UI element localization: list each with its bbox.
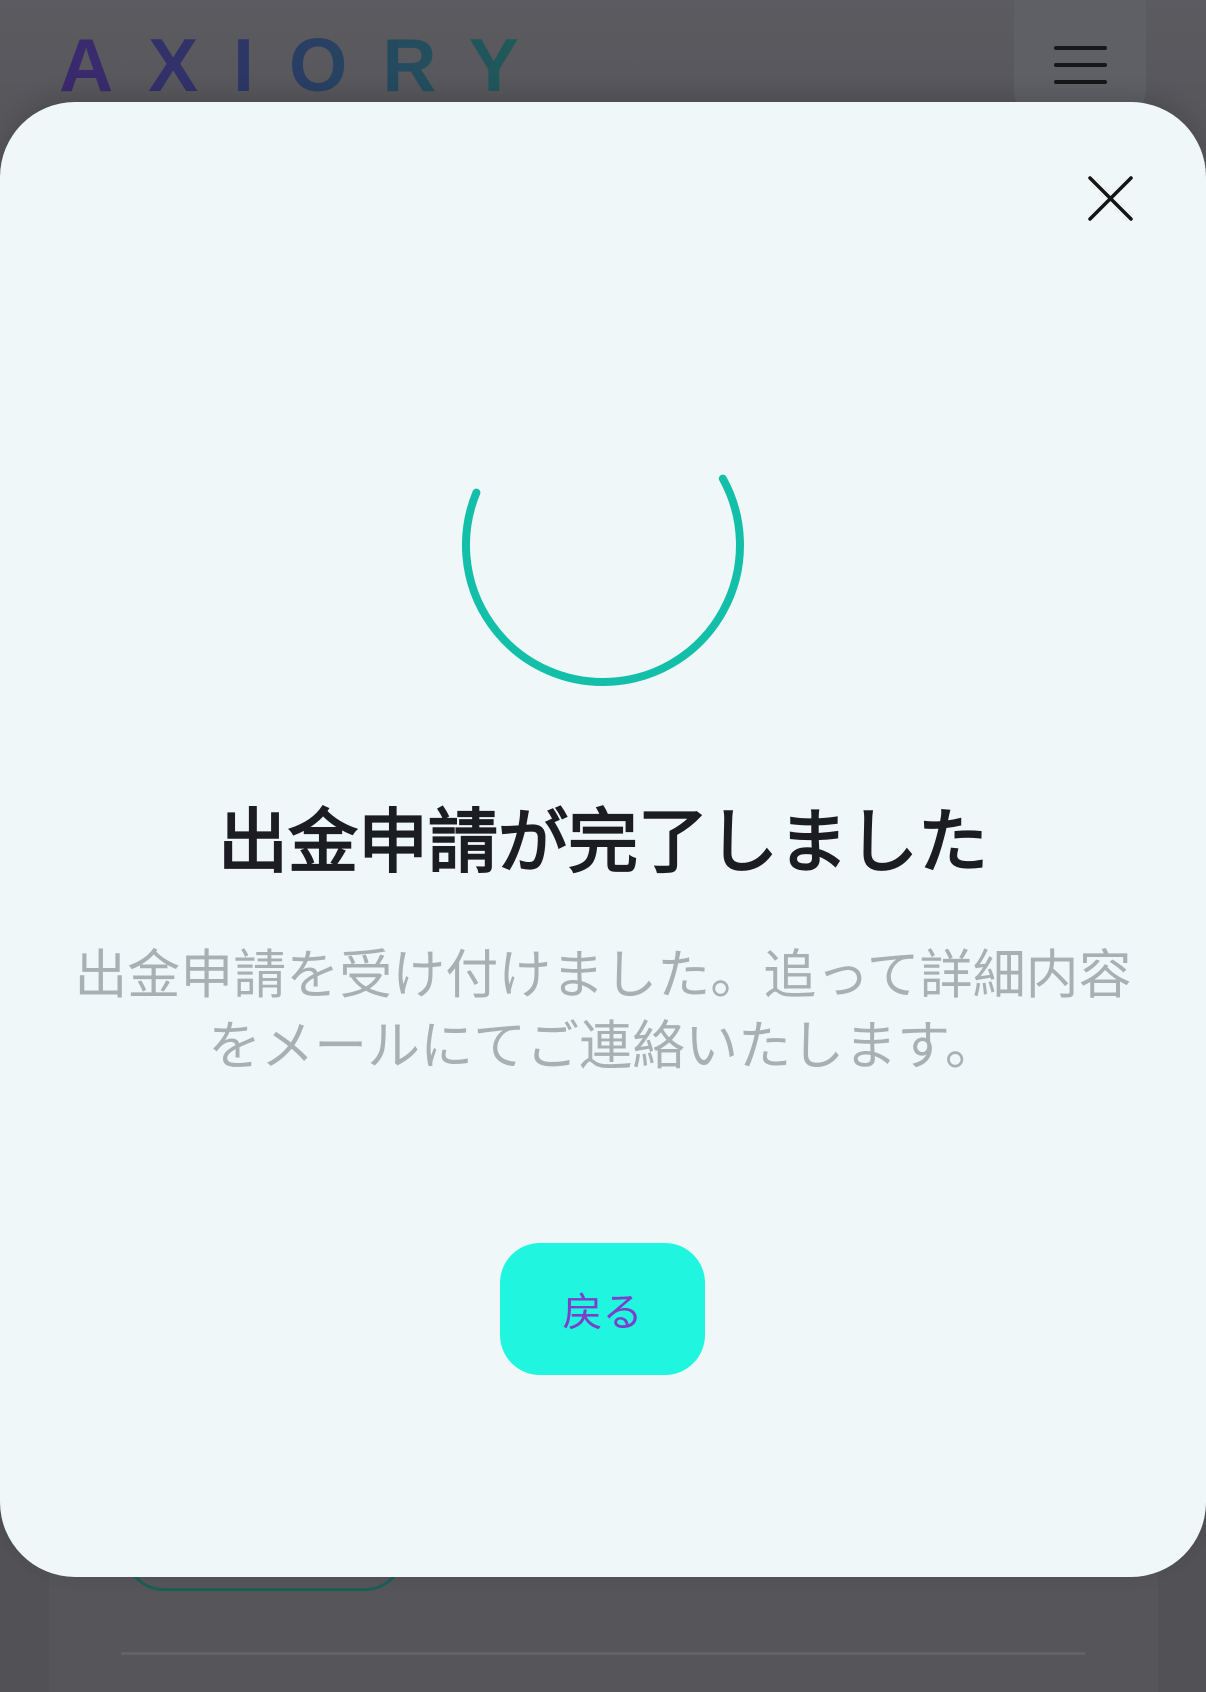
close-button[interactable] — [1080, 168, 1141, 229]
modal-message: 出金申請を受け付けました。追って詳細内容をメールにてご連絡いたします。 — [74, 945, 1132, 1077]
withdrawal-complete-modal: 出金申請が完了しました 出金申請を受け付けました。追って詳細内容をメールにてご連… — [0, 102, 1206, 1577]
background-divider — [121, 1652, 1085, 1655]
back-button-label: 戻る — [562, 1290, 643, 1336]
modal-title: 出金申請が完了しました — [218, 801, 988, 883]
back-button[interactable]: 戻る — [500, 1243, 705, 1375]
progress-ring-icon — [443, 385, 763, 705]
page-overlay: AXIORY 出金申請が完了しました 出金申請を受け付けました。追って詳細内容を… — [0, 0, 1206, 1692]
close-icon — [1088, 176, 1133, 221]
axiory-logo: AXIORY — [59, 23, 554, 107]
